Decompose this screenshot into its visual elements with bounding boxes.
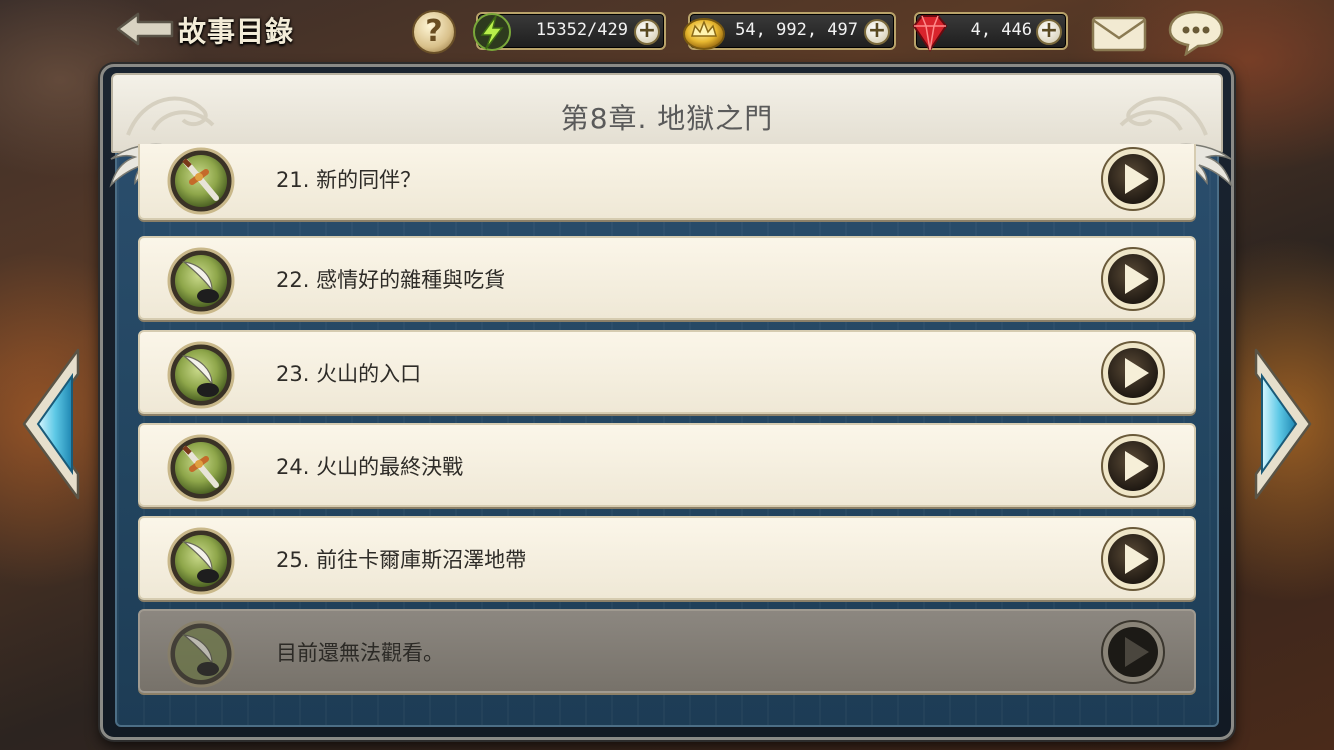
gold-value: 54, 992, 497 — [735, 20, 858, 40]
add-gold-button[interactable]: + — [864, 19, 890, 45]
sword-icon — [167, 434, 235, 502]
story-list: 21. 新的同伴？ 22. 感情好的雜種與吃貨 23. 火山的入口 24. 火山… — [138, 144, 1196, 704]
gem-counter: 4, 446 + — [912, 12, 1068, 52]
quill-ink-icon — [167, 247, 235, 315]
quill-ink-icon — [167, 341, 235, 409]
page-title: 故事目錄 — [178, 15, 295, 48]
story-label: 21. 新的同伴？ — [276, 168, 422, 192]
story-row-locked: 目前還無法觀看。 — [138, 609, 1196, 693]
ruby-gem-icon — [912, 15, 948, 52]
play-icon[interactable] — [1100, 146, 1166, 212]
help-button[interactable]: ? — [412, 10, 456, 54]
story-label: 25. 前往卡爾庫斯沼澤地帶 — [276, 548, 527, 572]
add-gem-button[interactable]: + — [1036, 19, 1062, 45]
top-bar: 故事目錄 ? 15352/429 + 54, 992, 497 + 4, 446… — [0, 0, 1334, 64]
story-label: 目前還無法觀看。 — [276, 641, 444, 665]
story-row[interactable]: 24. 火山的最終決戰 — [138, 423, 1196, 507]
gold-coin-icon — [683, 18, 725, 50]
story-row[interactable]: 22. 感情好的雜種與吃貨 — [138, 236, 1196, 320]
chat-icon[interactable] — [1166, 8, 1226, 56]
mail-icon[interactable] — [1090, 14, 1148, 54]
play-icon[interactable] — [1100, 340, 1166, 406]
play-icon-disabled — [1101, 620, 1165, 684]
play-icon[interactable] — [1100, 246, 1166, 312]
add-energy-button[interactable]: + — [634, 19, 660, 45]
story-row[interactable]: 23. 火山的入口 — [138, 330, 1196, 414]
story-label: 22. 感情好的雜種與吃貨 — [276, 268, 506, 292]
play-icon[interactable] — [1100, 433, 1166, 499]
energy-counter: 15352/429 + — [473, 12, 666, 51]
quill-ink-icon — [167, 527, 235, 595]
lightning-icon — [473, 13, 511, 51]
energy-value: 15352/429 — [535, 20, 628, 40]
gem-value: 4, 446 — [970, 20, 1032, 40]
chapter-header: 第8章. 地獄之門 — [111, 73, 1223, 153]
story-row[interactable]: 25. 前往卡爾庫斯沼澤地帶 — [138, 516, 1196, 600]
back-arrow-icon[interactable] — [116, 12, 174, 46]
play-icon[interactable] — [1100, 526, 1166, 592]
sword-icon — [167, 147, 235, 215]
quill-ink-icon — [167, 620, 235, 688]
next-chapter-arrow-icon[interactable] — [1252, 346, 1316, 502]
story-label: 24. 火山的最終決戰 — [276, 455, 464, 479]
story-label: 23. 火山的入口 — [276, 362, 422, 386]
story-row[interactable]: 21. 新的同伴？ — [138, 144, 1196, 220]
previous-chapter-arrow-icon[interactable] — [18, 346, 82, 502]
gold-counter: 54, 992, 497 + — [683, 12, 896, 50]
chapter-title: 第8章. 地獄之門 — [560, 102, 774, 135]
